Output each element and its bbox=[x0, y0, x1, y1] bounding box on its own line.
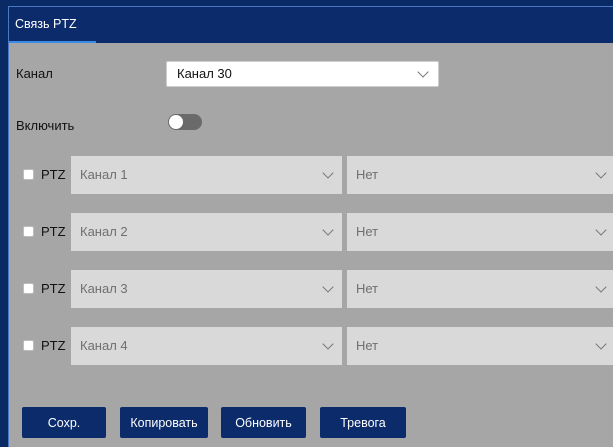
active-tab-indicator bbox=[9, 41, 96, 43]
ptz-channel-value-4: Канал 4 bbox=[80, 338, 128, 353]
save-button[interactable]: Сохр. bbox=[22, 407, 106, 438]
chevron-down-icon bbox=[322, 167, 334, 179]
tab-ptz-link[interactable]: Связь PTZ bbox=[9, 7, 83, 41]
channel-select[interactable]: Канал 30 bbox=[166, 61, 439, 87]
ptz-checkbox-2[interactable] bbox=[23, 226, 34, 237]
chevron-down-icon bbox=[595, 281, 607, 293]
copy-button[interactable]: Копировать bbox=[120, 407, 208, 438]
settings-panel: Связь PTZ Канал Канал 30 Включить PTZ Ка… bbox=[8, 6, 613, 447]
ptz-label-2: PTZ bbox=[41, 224, 66, 239]
chevron-down-icon bbox=[322, 224, 334, 236]
ptz-preset-value-1: Нет bbox=[356, 167, 379, 182]
ptz-channel-value-3: Канал 3 bbox=[80, 281, 128, 296]
ptz-preset-value-3: Нет bbox=[356, 281, 379, 296]
refresh-button[interactable]: Обновить bbox=[221, 407, 306, 438]
ptz-row-4: PTZ Канал 4 Нет bbox=[9, 327, 613, 365]
ptz-channel-value-1: Канал 1 bbox=[80, 167, 128, 182]
ptz-preset-value-2: Нет bbox=[356, 224, 379, 239]
chevron-down-icon bbox=[417, 66, 429, 78]
ptz-row-2: PTZ Канал 2 Нет bbox=[9, 213, 613, 251]
enable-toggle[interactable] bbox=[168, 114, 202, 130]
ptz-preset-select-3[interactable]: Нет bbox=[347, 270, 613, 308]
ptz-label-3: PTZ bbox=[41, 281, 66, 296]
ptz-preset-select-4[interactable]: Нет bbox=[347, 327, 613, 365]
ptz-channel-select-1[interactable]: Канал 1 bbox=[71, 156, 342, 194]
ptz-label-4: PTZ bbox=[41, 338, 66, 353]
ptz-channel-select-3[interactable]: Канал 3 bbox=[71, 270, 342, 308]
ptz-checkbox-4[interactable] bbox=[23, 340, 34, 351]
alarm-button[interactable]: Тревога bbox=[320, 407, 406, 438]
chevron-down-icon bbox=[322, 338, 334, 350]
ptz-channel-value-2: Канал 2 bbox=[80, 224, 128, 239]
tab-bar: Связь PTZ bbox=[9, 7, 613, 43]
ptz-row-1: PTZ Канал 1 Нет bbox=[9, 156, 613, 194]
ptz-channel-select-4[interactable]: Канал 4 bbox=[71, 327, 342, 365]
ptz-preset-select-1[interactable]: Нет bbox=[347, 156, 613, 194]
chevron-down-icon bbox=[322, 281, 334, 293]
ptz-label-1: PTZ bbox=[41, 167, 66, 182]
ptz-row-3: PTZ Канал 3 Нет bbox=[9, 270, 613, 308]
channel-select-value: Канал 30 bbox=[177, 66, 232, 81]
chevron-down-icon bbox=[595, 338, 607, 350]
chevron-down-icon bbox=[595, 167, 607, 179]
ptz-preset-value-4: Нет bbox=[356, 338, 379, 353]
toggle-knob bbox=[169, 115, 183, 129]
chevron-down-icon bbox=[595, 224, 607, 236]
ptz-checkbox-1[interactable] bbox=[23, 169, 34, 180]
ptz-checkbox-3[interactable] bbox=[23, 283, 34, 294]
enable-label: Включить bbox=[16, 118, 75, 133]
ptz-preset-select-2[interactable]: Нет bbox=[347, 213, 613, 251]
ptz-channel-select-2[interactable]: Канал 2 bbox=[71, 213, 342, 251]
channel-label: Канал bbox=[16, 66, 53, 81]
